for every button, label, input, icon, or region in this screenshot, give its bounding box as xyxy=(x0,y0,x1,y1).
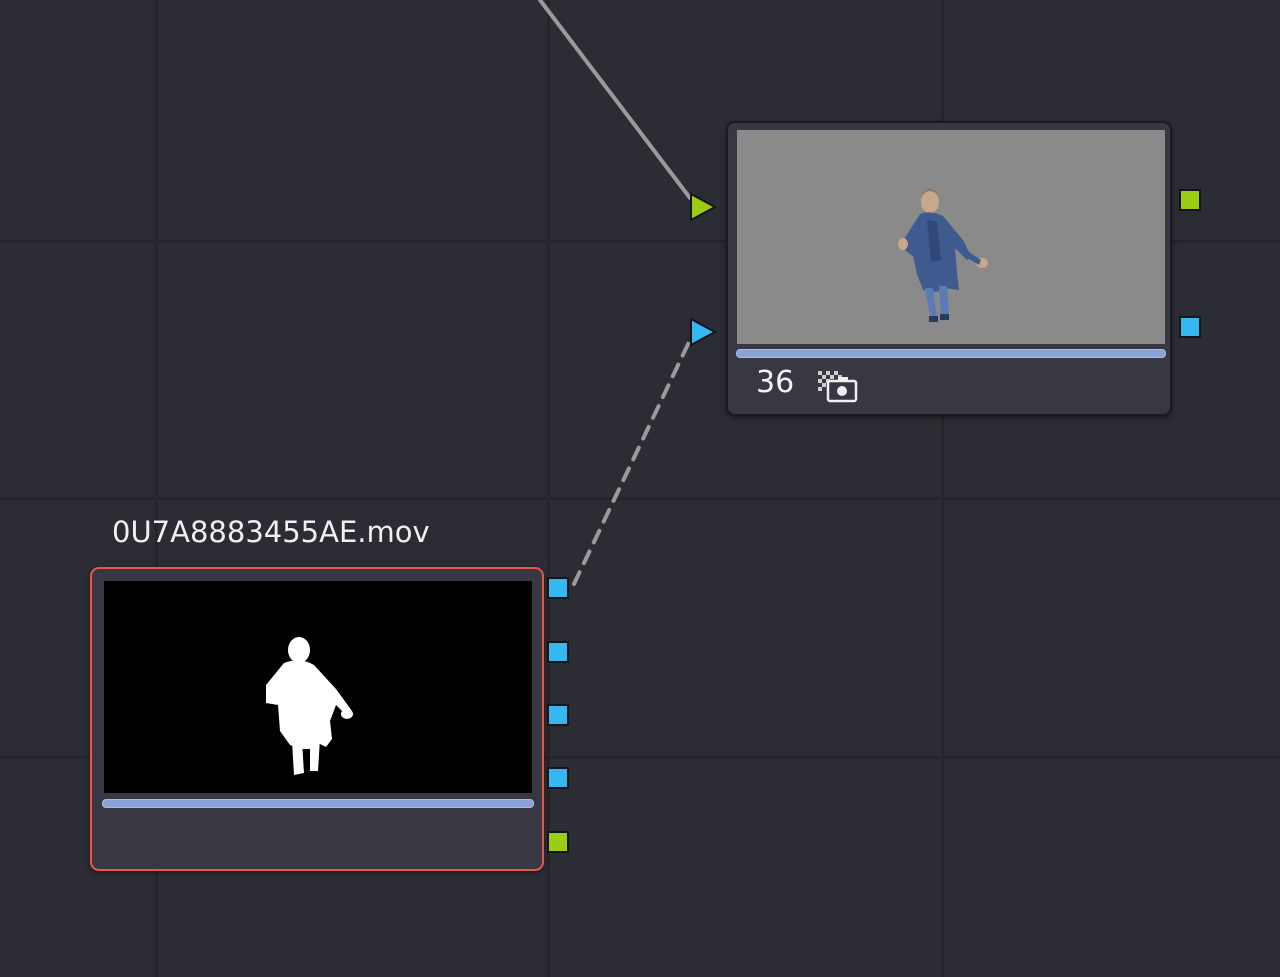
cache-snapshot-icon[interactable] xyxy=(816,369,860,405)
node-number-label: 36 xyxy=(756,365,795,400)
matte-silhouette-preview xyxy=(266,637,353,775)
image-link[interactable] xyxy=(538,0,692,200)
node-editor-canvas[interactable]: 36 0U7A8883455AE.mov xyxy=(0,0,1280,977)
mask-output-port-3[interactable] xyxy=(547,704,569,726)
grid-line xyxy=(0,497,1280,500)
media-node-progress-bar xyxy=(102,799,534,808)
foreground-input-port[interactable] xyxy=(689,192,717,222)
image-output-port[interactable] xyxy=(1179,189,1201,211)
merge-node-progress-bar xyxy=(736,349,1166,358)
media-in-node[interactable] xyxy=(90,567,544,871)
mask-input-port[interactable] xyxy=(689,317,717,347)
merge-node-thumbnail xyxy=(737,130,1165,344)
mask-output-port[interactable] xyxy=(1179,316,1201,338)
mask-output-port-1[interactable] xyxy=(547,577,569,599)
running-person-preview xyxy=(898,188,988,322)
mask-link[interactable] xyxy=(572,338,692,586)
merge-node[interactable]: 36 xyxy=(726,121,1172,416)
media-node-title: 0U7A8883455AE.mov xyxy=(112,515,430,549)
media-node-thumbnail xyxy=(104,581,532,793)
mask-output-port-2[interactable] xyxy=(547,641,569,663)
mask-output-port-4[interactable] xyxy=(547,767,569,789)
image-output-port-media[interactable] xyxy=(547,831,569,853)
